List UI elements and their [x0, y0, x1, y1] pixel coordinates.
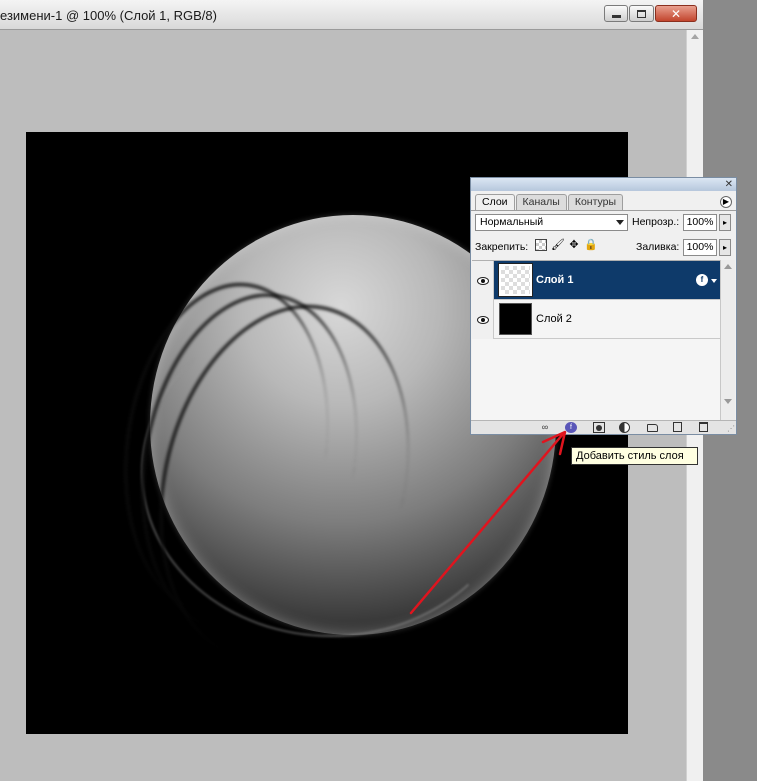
opacity-input[interactable]: 100% [683, 214, 717, 231]
maximize-button[interactable] [629, 5, 654, 22]
effects-expand-icon[interactable] [711, 279, 717, 283]
layers-list: Слой 1 f Слой 2 [472, 260, 720, 420]
scroll-up-icon[interactable] [724, 264, 732, 269]
close-icon: ✕ [670, 6, 682, 21]
panel-close-icon[interactable]: ✕ [725, 179, 733, 190]
lock-transparency-icon[interactable] [535, 239, 547, 251]
tooltip: Добавить стиль слоя [571, 447, 698, 465]
chevron-down-icon [616, 220, 624, 225]
lock-position-move-icon[interactable]: ✥ [568, 239, 580, 251]
panel-footer: ∞ f ⋰ [471, 420, 736, 434]
layer-row-layer-1[interactable]: Слой 1 f [472, 261, 720, 300]
layers-scrollbar[interactable] [720, 260, 735, 420]
visibility-toggle[interactable] [472, 300, 494, 339]
layer-thumbnail [498, 263, 533, 297]
lock-label: Закрепить: [475, 241, 529, 253]
layer-effects-icon[interactable]: f [696, 274, 708, 286]
scroll-down-icon[interactable] [724, 399, 732, 404]
layer-name[interactable]: Слой 1 [536, 274, 573, 286]
fill-input[interactable]: 100% [683, 239, 717, 256]
fill-slider-button[interactable]: ▸ [719, 239, 731, 256]
blend-mode-value: Нормальный [480, 216, 544, 228]
opacity-label: Непрозр.: [632, 216, 680, 228]
delete-layer-trash-icon[interactable] [699, 422, 708, 432]
adjustment-layer-icon[interactable] [619, 422, 630, 433]
lock-all-icon[interactable]: 🔒 [584, 239, 598, 251]
maximize-icon [637, 9, 646, 18]
minimize-icon [611, 15, 621, 18]
new-group-folder-icon[interactable] [647, 424, 658, 432]
close-window-button[interactable]: ✕ [655, 5, 697, 22]
add-layer-style-icon[interactable]: f [565, 422, 577, 433]
panel-header[interactable]: ✕ [471, 178, 736, 191]
tab-channels[interactable]: Каналы [515, 194, 567, 210]
eye-icon [476, 315, 489, 324]
eye-icon [476, 276, 489, 285]
blend-mode-select[interactable]: Нормальный [475, 214, 628, 231]
tab-paths[interactable]: Контуры [567, 194, 624, 210]
scroll-up-icon[interactable] [691, 34, 699, 39]
tab-layers[interactable]: Слои [475, 194, 515, 211]
panel-tabs: Слои Каналы Контуры [475, 194, 624, 211]
tab-divider [471, 210, 736, 211]
layer-name[interactable]: Слой 2 [536, 313, 572, 325]
visibility-toggle[interactable] [472, 261, 494, 300]
lock-pixels-brush-icon[interactable]: 🖌 [551, 239, 565, 251]
layer-row-layer-2[interactable]: Слой 2 [472, 300, 720, 339]
resize-grip-icon[interactable]: ⋰ [727, 424, 735, 433]
fill-label: Заливка: [636, 241, 680, 253]
layers-panel: ✕ Слои Каналы Контуры ▶ Нормальный Непро… [470, 177, 737, 435]
link-layers-icon[interactable]: ∞ [537, 422, 553, 433]
minimize-button[interactable] [604, 5, 628, 22]
panel-menu-icon[interactable]: ▶ [720, 196, 732, 208]
document-title: езимени-1 @ 100% (Слой 1, RGB/8) [0, 8, 217, 23]
document-titlebar[interactable]: езимени-1 @ 100% (Слой 1, RGB/8) ✕ [0, 0, 703, 30]
new-layer-icon[interactable] [673, 422, 682, 432]
add-mask-icon[interactable] [593, 422, 605, 433]
opacity-slider-button[interactable]: ▸ [719, 214, 731, 231]
layer-thumbnail [499, 303, 532, 335]
